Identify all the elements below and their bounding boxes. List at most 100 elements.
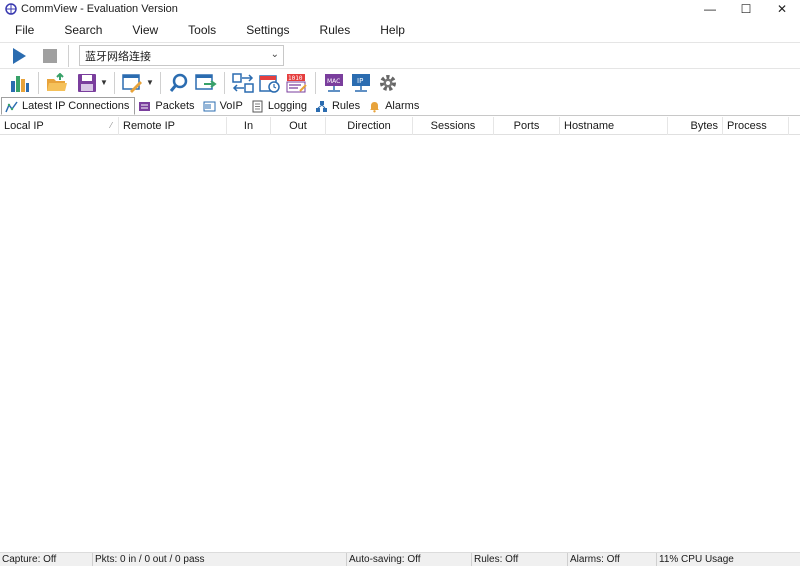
tab-label: Latest IP Connections xyxy=(22,100,130,112)
ip-aliases-button[interactable]: IP xyxy=(349,71,373,95)
decoder-button[interactable]: 1010 xyxy=(285,71,309,95)
floppy-disk-icon xyxy=(78,73,96,92)
tab-label: Rules xyxy=(331,100,361,112)
save-dropdown-arrow[interactable]: ▼ xyxy=(100,78,108,87)
column-label: Ports xyxy=(513,120,540,132)
chevron-down-icon: ⌄ xyxy=(270,49,279,60)
export-dropdown-arrow[interactable]: ▼ xyxy=(146,78,154,87)
adapter-select-value: 蓝牙网络连接 xyxy=(85,49,151,63)
toolbar-divider xyxy=(114,71,115,94)
column-in[interactable]: In xyxy=(227,117,271,135)
column-label: Out xyxy=(289,120,307,132)
menu-bar: File Search View Tools Settings Rules He… xyxy=(0,20,800,40)
connections-icon xyxy=(5,100,18,113)
binary-decode-icon: 1010 xyxy=(286,73,307,92)
mac-alias-icon: MAC xyxy=(325,73,343,92)
minimize-button[interactable]: — xyxy=(692,0,728,18)
connections-table-body[interactable] xyxy=(0,136,800,552)
options-button[interactable] xyxy=(376,71,400,95)
status-autosaving: Auto-saving: Off xyxy=(347,553,472,566)
scheduler-button[interactable] xyxy=(258,71,282,95)
column-label: Process xyxy=(727,120,767,132)
column-label: Sessions xyxy=(430,120,476,132)
tab-latest-ip-connections[interactable]: Latest IP Connections xyxy=(1,97,136,115)
toolbar-divider xyxy=(224,71,225,94)
rules-icon xyxy=(315,100,328,113)
mac-aliases-button[interactable]: MAC xyxy=(322,71,346,95)
gear-icon xyxy=(380,74,396,91)
column-remote-ip[interactable]: Remote IP xyxy=(119,117,227,135)
close-button[interactable]: ✕ xyxy=(764,0,800,18)
toolbar-divider xyxy=(38,71,39,94)
connections-table-header: Local IP ⁄ Remote IP In Out Direction Se… xyxy=(0,117,800,135)
play-icon xyxy=(13,47,26,64)
stop-icon xyxy=(43,48,57,63)
menu-rules[interactable]: Rules xyxy=(305,20,366,40)
svg-text:MAC: MAC xyxy=(327,78,340,85)
ip-alias-icon: IP xyxy=(352,73,370,92)
status-packets: Pkts: 0 in / 0 out / 0 pass xyxy=(93,553,347,566)
menu-view[interactable]: View xyxy=(117,20,173,40)
tab-logging[interactable]: Logging xyxy=(248,97,312,115)
tab-label: Logging xyxy=(267,100,307,112)
tab-label: Packets xyxy=(155,100,195,112)
column-label: Local IP xyxy=(4,120,44,132)
menu-file[interactable]: File xyxy=(0,20,49,40)
tab-rules[interactable]: Rules xyxy=(312,97,365,115)
view-tabs: Latest IP Connections Packets VoIP Loggi… xyxy=(0,97,800,116)
packet-generator-button[interactable] xyxy=(194,71,218,95)
column-filler xyxy=(789,117,800,135)
svg-text:1010: 1010 xyxy=(288,75,303,82)
tab-packets[interactable]: Packets xyxy=(135,97,199,115)
menu-tools[interactable]: Tools xyxy=(173,20,231,40)
tab-label: VoIP xyxy=(219,100,243,112)
title-bar: CommView - Evaluation Version — ☐ ✕ xyxy=(0,0,800,18)
toolbar-divider xyxy=(315,71,316,94)
status-rules: Rules: Off xyxy=(472,553,568,566)
column-label: Remote IP xyxy=(123,120,175,132)
search-icon xyxy=(169,73,188,92)
packet-export-icon xyxy=(195,73,217,90)
document-edit-icon xyxy=(122,73,142,93)
menu-search[interactable]: Search xyxy=(49,20,117,40)
column-out[interactable]: Out xyxy=(271,117,326,135)
status-alarms: Alarms: Off xyxy=(568,553,657,566)
statistics-button[interactable] xyxy=(8,71,32,95)
menu-help[interactable]: Help xyxy=(365,20,420,40)
start-capture-button[interactable] xyxy=(7,44,31,68)
column-sessions[interactable]: Sessions xyxy=(413,117,494,135)
maximize-button[interactable]: ☐ xyxy=(728,0,764,18)
search-button[interactable] xyxy=(167,71,191,95)
column-local-ip[interactable]: Local IP ⁄ xyxy=(0,117,119,135)
open-folder-icon xyxy=(47,72,67,91)
window-title: CommView - Evaluation Version xyxy=(21,3,178,15)
tab-voip[interactable]: VoIP xyxy=(200,97,248,115)
tab-alarms[interactable]: Alarms xyxy=(365,97,424,115)
adapter-select[interactable]: 蓝牙网络连接 ⌄ xyxy=(79,45,284,66)
column-bytes[interactable]: Bytes xyxy=(668,117,723,135)
column-process[interactable]: Process xyxy=(723,117,789,135)
column-label: Direction xyxy=(347,120,391,132)
commview-logo-icon xyxy=(5,3,17,15)
column-label: Hostname xyxy=(564,120,615,132)
toolbar-divider xyxy=(68,44,69,67)
calendar-clock-icon xyxy=(259,74,280,93)
save-button[interactable] xyxy=(75,71,99,95)
tab-label: Alarms xyxy=(385,100,420,112)
toolbar-divider xyxy=(160,71,161,94)
main-toolbar: ▼ ▼ 1010 MAC IP xyxy=(0,68,800,96)
column-ports[interactable]: Ports xyxy=(494,117,560,135)
column-direction[interactable]: Direction xyxy=(326,117,413,135)
transfer-arrows-icon xyxy=(232,72,254,93)
status-capture: Capture: Off xyxy=(0,553,93,566)
export-button[interactable] xyxy=(121,71,145,95)
reconstruct-session-button[interactable] xyxy=(231,71,255,95)
column-label: Bytes xyxy=(690,120,718,132)
stop-capture-button[interactable] xyxy=(38,44,62,68)
menu-settings[interactable]: Settings xyxy=(231,20,304,40)
bar-chart-icon xyxy=(11,75,29,92)
capture-toolbar: 蓝牙网络连接 ⌄ xyxy=(0,42,800,68)
column-hostname[interactable]: Hostname xyxy=(560,117,668,135)
open-file-button[interactable] xyxy=(45,71,69,95)
column-label: In xyxy=(243,120,254,132)
